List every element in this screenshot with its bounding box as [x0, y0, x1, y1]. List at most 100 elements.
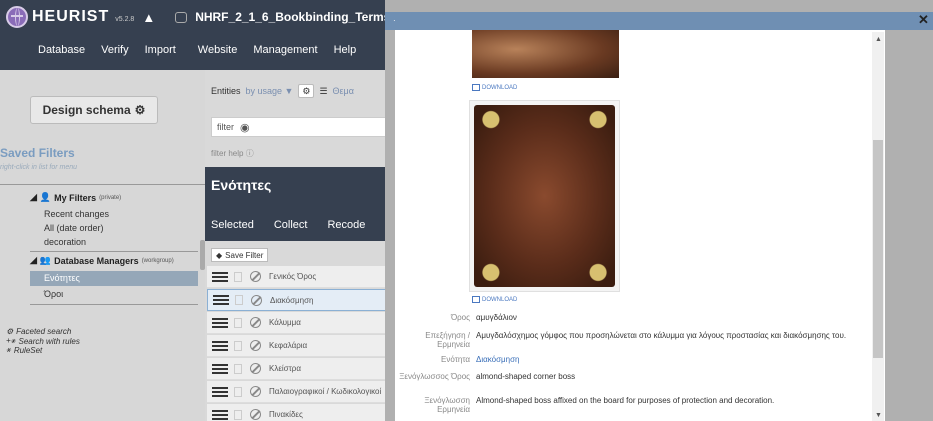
list-item[interactable]: Κάλυμμα	[207, 312, 385, 334]
expand-icon[interactable]: ◢	[30, 255, 37, 266]
ban-icon[interactable]	[250, 363, 261, 374]
scrollbar-thumb[interactable]	[873, 140, 883, 358]
ban-icon[interactable]	[250, 317, 261, 328]
entity-header: Ενότητες Selected Collect Recode	[205, 167, 385, 241]
entities-label: Entities	[211, 86, 241, 96]
scroll-down-icon[interactable]: ▼	[875, 412, 882, 419]
field-value-link[interactable]: Διακόσμηση	[476, 355, 856, 364]
close-icon[interactable]: ✕	[918, 12, 929, 28]
design-schema-button[interactable]: Design schema ⚙	[30, 96, 158, 124]
field-label: Όρος	[450, 313, 470, 322]
filter-help-link[interactable]: filter help ⓘ	[211, 148, 254, 159]
bookmark-icon[interactable]	[234, 271, 242, 282]
list-item-label: Πινακίδες	[269, 410, 303, 419]
left-panel: Design schema ⚙ Saved Filters right-clic…	[0, 70, 205, 421]
popup-title: ·	[393, 16, 396, 25]
expand-icon[interactable]: ◢	[30, 192, 37, 203]
bookbinding-image[interactable]	[469, 100, 620, 292]
faceted-search-icon: ⚙	[6, 327, 14, 336]
filter-help-label: filter help	[211, 149, 244, 158]
ruleset-icon: ⚹	[6, 345, 11, 354]
list-icon	[212, 363, 228, 374]
warning-icon[interactable]: ▲	[142, 10, 155, 25]
bookbinding-image[interactable]	[472, 30, 619, 78]
my-filters-group[interactable]: ◢ 👤 My Filters (private)	[30, 192, 121, 203]
entity-title: Ενότητες	[211, 177, 272, 193]
menu-verify[interactable]: Verify	[93, 44, 137, 56]
user-icon: 👤	[39, 192, 52, 202]
ruleset-tool[interactable]: ⚹ RuleSet	[6, 345, 42, 355]
recode-action[interactable]: Recode	[327, 219, 365, 231]
download-link[interactable]: DOWNLOAD	[472, 84, 517, 91]
settings-gear-icon[interactable]: ⚙	[298, 84, 315, 98]
filter-enotites[interactable]: Ενότητες	[30, 271, 198, 286]
list-item-label: Γενικός Όρος	[269, 272, 317, 281]
field-label: Ξενόγλωσσος Όρος	[399, 372, 470, 381]
list-item[interactable]: Κεφαλάρια	[207, 335, 385, 357]
field-label: Ξενόγλωσση Ερμηνεία	[424, 396, 470, 414]
field-value: αμυγδάλιον	[476, 313, 517, 322]
database-managers-group[interactable]: ◢ 👥 Database Managers (workgroup)	[30, 255, 174, 266]
list-item[interactable]: Διακόσμηση	[207, 289, 385, 311]
filter-all-date-order[interactable]: All (date order)	[44, 223, 104, 233]
filter-oroi[interactable]: Όροι	[30, 289, 198, 299]
list-item[interactable]: Γενικός Όρος	[207, 266, 385, 288]
download-link[interactable]: DOWNLOAD	[472, 296, 517, 303]
menu-help[interactable]: Help	[326, 44, 365, 56]
field-value: almond-shaped corner boss	[476, 372, 576, 381]
save-filter-button[interactable]: ◆ Save Filter	[211, 248, 269, 262]
field-label: Επεξήγηση / Ερμηνεία	[425, 331, 470, 349]
filter-recent-changes[interactable]: Recent changes	[44, 209, 109, 219]
saved-filters-title: Saved Filters	[0, 146, 75, 160]
view-mode-label[interactable]: Θεμα	[333, 86, 354, 96]
divider	[0, 184, 205, 185]
menu-import[interactable]: Import	[137, 44, 184, 56]
top-bar: HEURIST v5.2.8 ▲ NHRF_2_1_6_Bookbinding_…	[0, 0, 385, 70]
bookmark-icon[interactable]	[234, 386, 242, 397]
filter-input[interactable]: filter ◉	[211, 117, 385, 137]
logo[interactable]: HEURIST v5.2.8 ▲ NHRF_2_1_6_Bookbinding_…	[6, 6, 385, 28]
menu-website[interactable]: Website	[190, 44, 246, 56]
main-menu: Database Verify Import Website Managemen…	[0, 44, 385, 56]
bookmark-icon[interactable]	[234, 363, 242, 374]
book-cover-picture	[474, 105, 615, 287]
list-icon	[212, 386, 228, 397]
ban-icon[interactable]	[250, 271, 261, 282]
menu-management[interactable]: Management	[245, 44, 325, 56]
list-item-label: Κάλυμμα	[269, 318, 301, 327]
list-item-label: Κλείστρα	[269, 364, 301, 373]
bookmark-icon[interactable]	[235, 295, 243, 305]
list-item[interactable]: Παλαιογραφικοί / Κωδικολογικοί	[207, 381, 385, 403]
collect-action[interactable]: Collect	[274, 219, 308, 231]
selected-action[interactable]: Selected	[211, 219, 254, 231]
list-icon	[212, 271, 228, 282]
brand-name: HEURIST	[32, 8, 110, 25]
database-name[interactable]: NHRF_2_1_6_Bookbinding_Terms	[195, 10, 385, 24]
bookmark-icon[interactable]	[234, 409, 242, 420]
sort-dropdown[interactable]: by usage ▼	[246, 86, 294, 96]
filter-label: filter	[217, 122, 235, 132]
filter-decoration[interactable]: decoration	[44, 237, 86, 247]
bookmark-icon[interactable]	[234, 340, 242, 351]
eye-icon[interactable]: ◉	[240, 121, 250, 134]
faceted-search-tool[interactable]: ⚙ Faceted search	[6, 327, 71, 336]
entity-panel: Entities by usage ▼ ⚙ ☰ Θεμα filter ◉ fi…	[205, 70, 385, 421]
faceted-search-label: Faceted search	[16, 327, 72, 336]
ban-icon[interactable]	[250, 386, 261, 397]
list-item[interactable]: Κλείστρα	[207, 358, 385, 380]
download-label: DOWNLOAD	[482, 296, 518, 303]
download-icon	[472, 84, 480, 91]
ban-icon[interactable]	[250, 409, 261, 420]
database-managers-tag: (workgroup)	[141, 257, 174, 264]
list-item[interactable]: Πινακίδες	[207, 404, 385, 421]
ban-icon[interactable]	[250, 340, 261, 351]
ban-icon[interactable]	[251, 294, 262, 306]
list-view-icon[interactable]: ☰	[319, 86, 327, 97]
scroll-up-icon[interactable]: ▲	[875, 36, 882, 43]
menu-database[interactable]: Database	[0, 44, 93, 56]
database-icon	[175, 11, 188, 23]
popup-titlebar[interactable]	[385, 12, 933, 30]
save-filter-label: Save Filter	[225, 250, 264, 260]
bookmark-icon[interactable]	[234, 317, 242, 328]
database-managers-label: Database Managers	[54, 255, 139, 266]
